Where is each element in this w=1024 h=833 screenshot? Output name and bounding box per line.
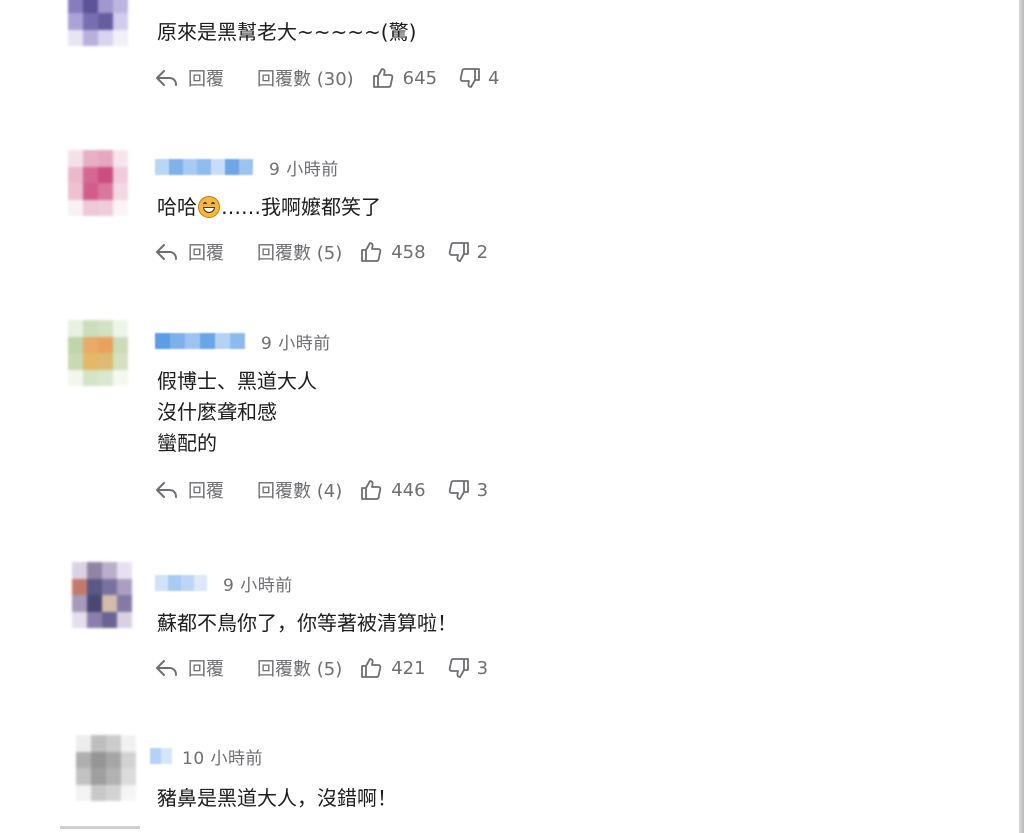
like-button[interactable]: 446 (360, 479, 426, 501)
timestamp: 10 小時前 (182, 748, 264, 769)
divider (60, 826, 140, 829)
thumbs-down-icon (448, 658, 469, 678)
view-replies-button[interactable]: 回覆數 (5) (257, 655, 342, 681)
comment-actions: 回覆 回覆數 (5) 421 3 (155, 653, 488, 683)
timestamp: 9 小時前 (269, 159, 339, 180)
timestamp: 9 小時前 (223, 575, 293, 596)
dislike-count: 3 (476, 479, 489, 501)
like-button[interactable]: 458 (360, 241, 426, 263)
comment-meta: 9 小時前 (155, 329, 331, 354)
like-count: 458 (391, 241, 426, 263)
window-edge (1019, 0, 1024, 833)
comment-actions: 回覆 回覆數 (30) 645 4 (155, 63, 499, 93)
reply-arrow-icon (156, 244, 177, 260)
like-button[interactable]: 421 (360, 657, 426, 679)
dislike-button[interactable]: 3 (448, 657, 488, 679)
reply-arrow-icon (156, 70, 177, 86)
comment-actions: 回覆 回覆數 (5) 458 2 (155, 237, 488, 267)
dislike-button[interactable]: 4 (459, 67, 499, 89)
like-count: 421 (391, 657, 426, 679)
comment-meta: 9 小時前 (155, 571, 293, 596)
thumbs-up-icon (361, 480, 382, 500)
reply-arrow-icon (156, 482, 177, 498)
reply-label: 回覆 (188, 243, 224, 264)
comment-text: 豬鼻是黑道大人，沒錯啊！ (157, 786, 397, 810)
comment-meta: 10 小時前 (150, 744, 264, 769)
reply-label: 回覆 (188, 481, 224, 502)
reply-button[interactable]: 回覆 (155, 477, 224, 503)
reply-arrow-icon (156, 660, 177, 676)
avatar[interactable] (76, 735, 136, 801)
grinning-face-emoji (198, 196, 220, 218)
comment-text: 哈哈 ……我啊嬤都笑了 (157, 192, 381, 223)
reply-label: 回覆 (188, 659, 224, 680)
thumbs-down-icon (459, 68, 480, 88)
avatar[interactable] (68, 150, 128, 216)
avatar[interactable] (72, 562, 132, 628)
view-replies-button[interactable]: 回覆數 (4) (257, 477, 342, 503)
reply-button[interactable]: 回覆 (155, 239, 224, 265)
comment-text: 原來是黑幫老大~~~~~(驚) (157, 20, 417, 44)
like-count: 446 (391, 479, 426, 501)
like-count: 645 (402, 67, 438, 89)
dislike-count: 3 (476, 657, 489, 679)
username[interactable] (155, 159, 253, 175)
username[interactable] (155, 333, 245, 349)
username[interactable] (155, 575, 207, 591)
reply-label: 回覆 (188, 69, 224, 90)
reply-button[interactable]: 回覆 (155, 655, 224, 681)
timestamp: 9 小時前 (261, 333, 331, 354)
thumbs-up-icon (372, 68, 393, 88)
reply-button[interactable]: 回覆 (155, 65, 224, 91)
dislike-button[interactable]: 3 (448, 479, 488, 501)
view-replies-button[interactable]: 回覆數 (5) (257, 239, 342, 265)
comment-actions: 回覆 回覆數 (4) 446 3 (155, 475, 488, 505)
dislike-count: 2 (476, 241, 489, 263)
like-button[interactable]: 645 (372, 67, 437, 89)
avatar[interactable] (68, 320, 128, 386)
thumbs-up-icon (361, 658, 382, 678)
comment-text: 蘇都不鳥你了，你等著被清算啦！ (157, 611, 457, 635)
dislike-button[interactable]: 2 (448, 241, 488, 263)
comment-meta: 9 小時前 (155, 155, 339, 180)
dislike-count: 4 (488, 67, 500, 89)
username[interactable] (150, 748, 172, 764)
comment-text-part: ……我啊嬤都笑了 (221, 195, 381, 219)
thumbs-down-icon (448, 242, 469, 262)
thumbs-down-icon (448, 480, 469, 500)
thumbs-up-icon (361, 242, 382, 262)
avatar[interactable] (68, 0, 128, 46)
comment-text: 假博士、黑道大人 沒什麼聋和感 蠻配的 (157, 369, 317, 455)
view-replies-button[interactable]: 回覆數 (30) (257, 65, 354, 91)
comment-text-part: 哈哈 (157, 195, 197, 219)
